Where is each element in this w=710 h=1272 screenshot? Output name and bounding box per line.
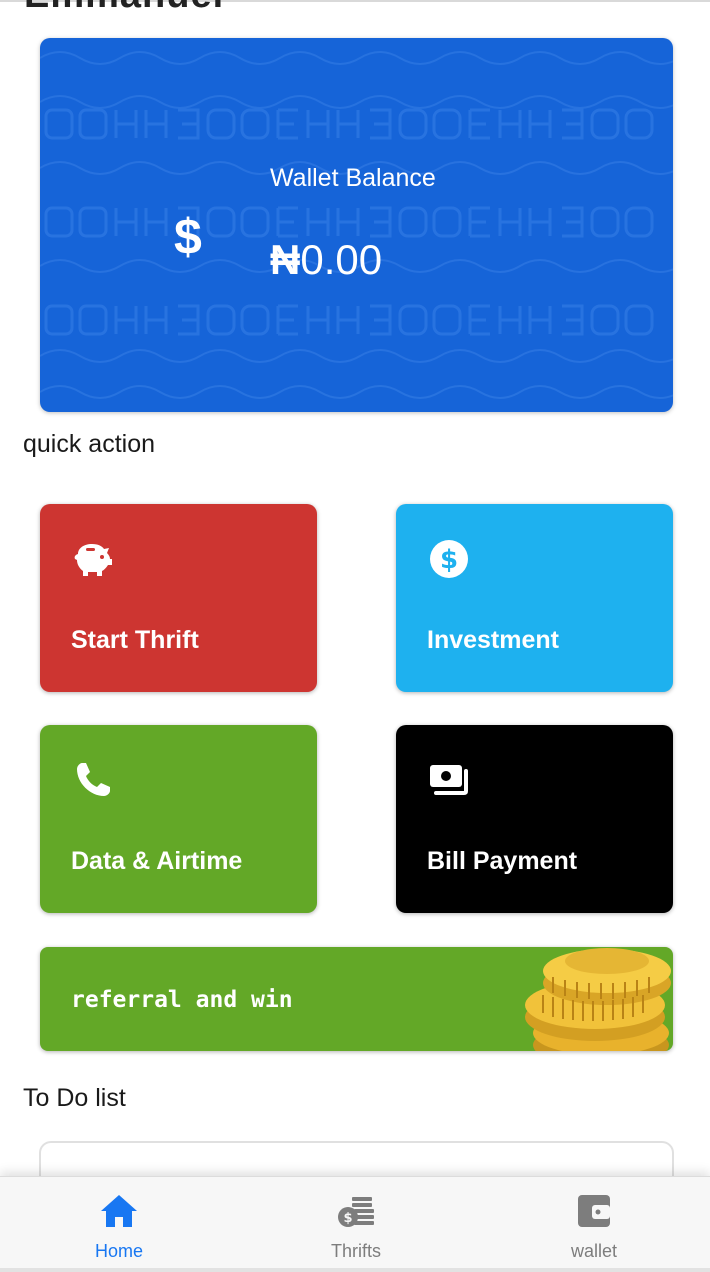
wallet-balance-amount: ₦0.00 (270, 236, 382, 284)
start-thrift-label: Start Thrift (71, 626, 199, 654)
start-thrift-button[interactable]: Start Thrift (40, 504, 317, 692)
todo-list-heading: To Do list (23, 1084, 126, 1112)
nav-wallet[interactable]: wallet (524, 1177, 664, 1272)
nav-thrifts-label: Thrifts (330, 1241, 381, 1261)
wallet-balance-label: Wallet Balance (270, 164, 436, 192)
nav-wallet-label: wallet (570, 1241, 618, 1261)
bill-payment-button[interactable]: Bill Payment (396, 725, 673, 913)
investment-label: Investment (427, 626, 559, 654)
card-pattern (40, 51, 673, 399)
balance-value: 0.00 (300, 236, 383, 283)
nav-thrifts[interactable]: $ Thrifts (286, 1177, 426, 1272)
nav-home-label: Home (94, 1241, 143, 1261)
home-indicator-line (0, 1268, 710, 1272)
page-title-container: Emmanuel (0, 0, 710, 16)
data-airtime-button[interactable]: Data & Airtime (40, 725, 317, 913)
gold-coins-image (525, 948, 671, 1051)
referral-banner[interactable]: referral and win (40, 947, 673, 1051)
referral-label: referral and win (71, 987, 293, 1013)
piggy-bank-icon (74, 544, 112, 576)
money-bill-icon (430, 765, 468, 795)
quick-action-heading: quick action (23, 430, 156, 458)
bottom-navigation: Home $ Thrifts wallet (0, 1176, 710, 1272)
currency-symbol: ₦ (270, 236, 301, 283)
page-title: Emmanuel (24, 0, 224, 16)
svg-text:$: $ (343, 1211, 352, 1226)
home-icon (101, 1195, 137, 1227)
dollar-circle-icon: $ (430, 540, 468, 578)
investment-button[interactable]: $ Investment (396, 504, 673, 692)
coins-stack-icon: $ (338, 1197, 374, 1227)
nav-home[interactable]: Home (49, 1177, 189, 1272)
phone-icon (77, 763, 110, 796)
bill-payment-label: Bill Payment (427, 847, 578, 875)
dollar-icon: $ (174, 209, 202, 265)
wallet-balance-card[interactable]: $ Wallet Balance ₦0.00 (40, 38, 673, 412)
svg-text:$: $ (440, 545, 458, 575)
wallet-icon (578, 1195, 610, 1227)
data-airtime-label: Data & Airtime (71, 847, 243, 875)
